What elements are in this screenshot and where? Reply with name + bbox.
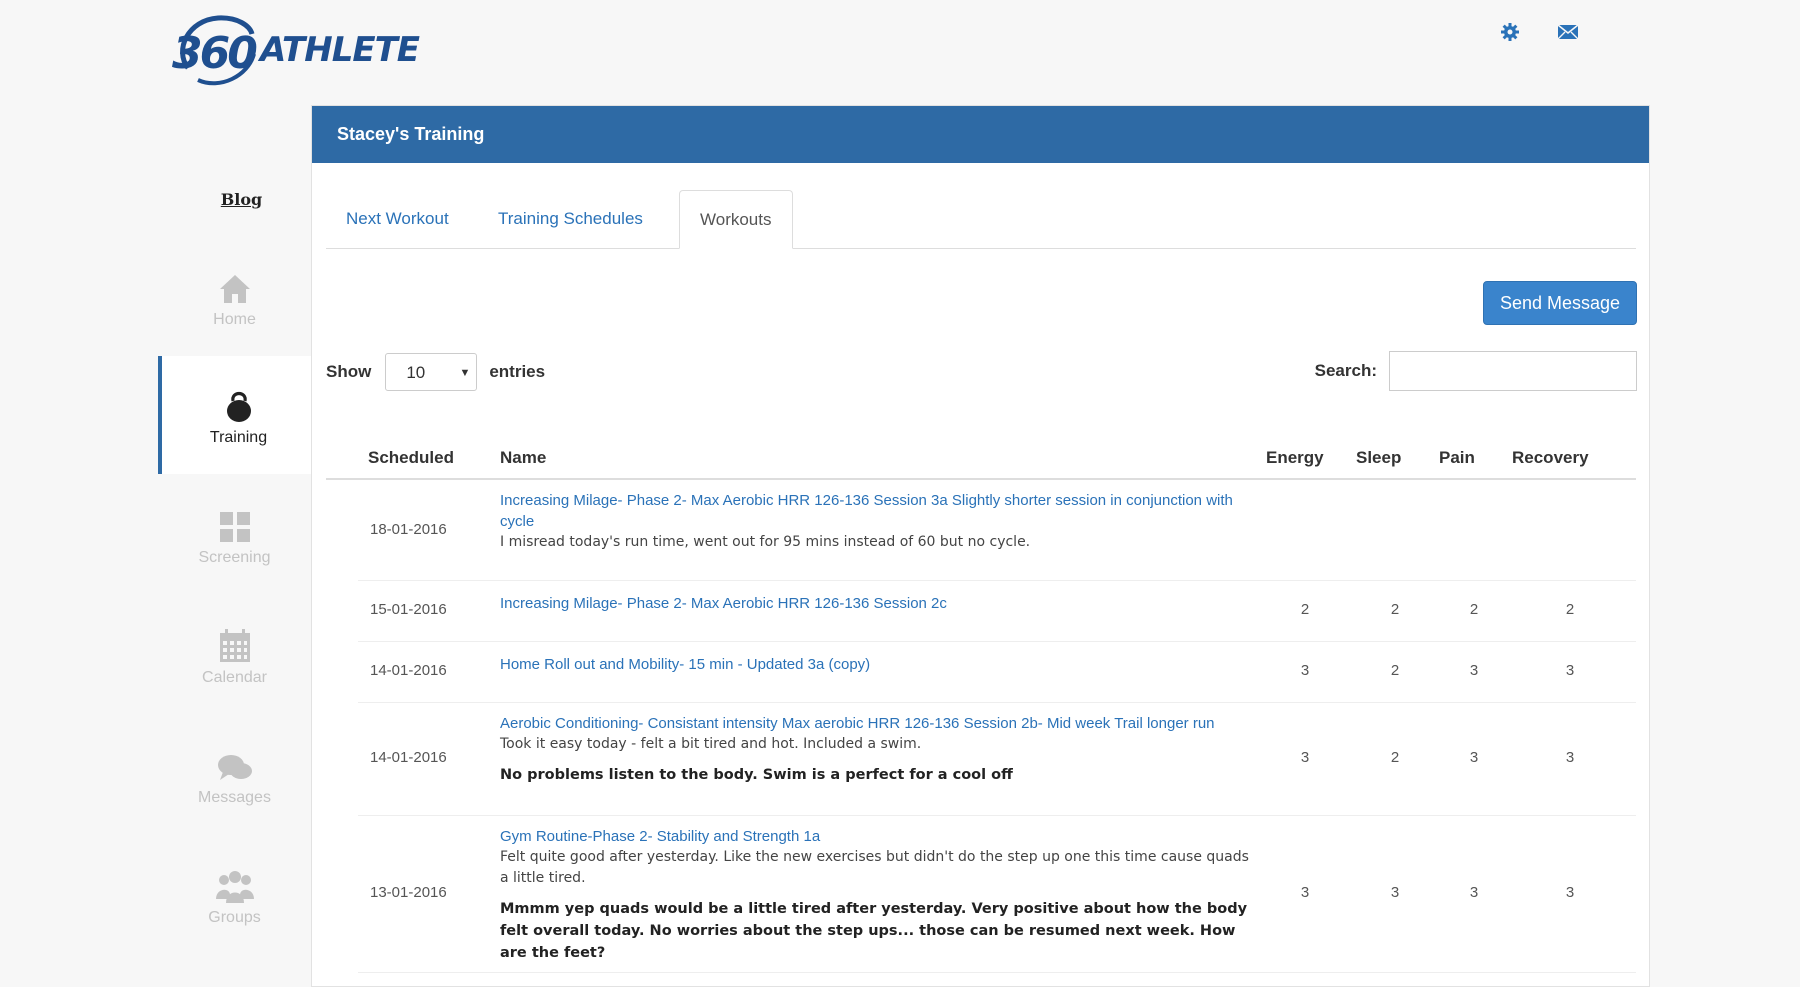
row-energy: 2 [1300, 601, 1310, 618]
row-sleep: 2 [1390, 662, 1400, 679]
sidebar-item-groups[interactable]: Groups [158, 836, 311, 954]
row-recovery: 3 [1565, 884, 1575, 901]
header-pain[interactable]: Pain [1439, 448, 1475, 468]
row-date: 14-01-2016 [370, 662, 447, 679]
tab-training-schedules[interactable]: Training Schedules [478, 190, 663, 248]
home-icon [218, 265, 252, 305]
row-pain: 3 [1469, 884, 1479, 901]
athlete-note: Felt quite good after yesterday. Like th… [500, 849, 1249, 886]
workout-link[interactable]: Home Roll out and Mobility- 15 min - Upd… [500, 654, 1260, 675]
entries-select-value: 10 [406, 363, 426, 382]
entries-control: Show 10 ▼ entries [326, 351, 545, 393]
row-pain: 3 [1469, 662, 1479, 679]
table-row: 18-01-2016 Increasing Milage- Phase 2- M… [358, 480, 1636, 581]
mail-icon[interactable] [1556, 20, 1580, 44]
group-icon [215, 863, 254, 903]
grid-icon [219, 503, 251, 543]
row-pain: 3 [1469, 749, 1479, 766]
workout-link[interactable]: Increasing Milage- Phase 2- Max Aerobic … [500, 490, 1260, 532]
search-input[interactable] [1389, 351, 1637, 391]
send-message-button[interactable]: Send Message [1483, 281, 1637, 325]
show-label: Show [326, 362, 372, 381]
header-recovery[interactable]: Recovery [1512, 448, 1589, 468]
row-date: 14-01-2016 [370, 749, 447, 766]
sidebar-item-screening[interactable]: Screening [158, 476, 311, 594]
row-date: 15-01-2016 [370, 601, 447, 618]
row-sleep: 2 [1390, 749, 1400, 766]
brand-logo[interactable]: 360 ATHLETE [168, 10, 448, 90]
chat-icon [217, 743, 253, 783]
table-header: Scheduled Name Energy Sleep Pain Recover… [326, 436, 1636, 480]
search-label: Search: [1314, 361, 1377, 380]
calendar-icon [219, 623, 251, 663]
workout-link[interactable]: Gym Routine-Phase 2- Stability and Stren… [500, 826, 1260, 847]
logo-mark: 360 [168, 10, 264, 90]
sidebar: Blog Home Training Screening Calendar Me… [158, 160, 315, 926]
search-control: Search: [1315, 351, 1637, 391]
row-name-cell: Home Roll out and Mobility- 15 min - Upd… [500, 654, 1260, 675]
header-energy[interactable]: Energy [1266, 448, 1324, 468]
table-row: 15-01-2016 Increasing Milage- Phase 2- M… [358, 581, 1636, 642]
row-recovery: 3 [1565, 662, 1575, 679]
row-sleep: 2 [1390, 601, 1400, 618]
sidebar-item-label: Training [209, 429, 268, 446]
tab-bar: Next Workout Training Schedules Workouts [326, 190, 1636, 249]
entries-label: entries [489, 362, 546, 381]
row-name-cell: Aerobic Conditioning- Consistant intensi… [500, 713, 1260, 786]
row-energy: 3 [1300, 749, 1310, 766]
sidebar-item-label: Screening [198, 549, 271, 566]
row-recovery: 2 [1565, 601, 1575, 618]
blog-link[interactable]: Blog [172, 190, 311, 209]
row-sleep: 3 [1390, 884, 1400, 901]
row-recovery: 3 [1565, 749, 1575, 766]
logo-word: ATHLETE [260, 30, 420, 70]
row-energy: 3 [1300, 662, 1310, 679]
caret-down-icon: ▼ [459, 367, 471, 379]
header-scheduled[interactable]: Scheduled [368, 448, 454, 468]
sidebar-item-label: Home [213, 311, 256, 328]
athlete-note: I misread today's run time, went out for… [500, 534, 1031, 550]
table-row: 13-01-2016 Gym Routine-Phase 2- Stabilit… [358, 816, 1636, 973]
tab-workouts[interactable]: Workouts [679, 190, 793, 249]
panel-title: Stacey's Training [312, 106, 1649, 163]
row-date: 13-01-2016 [370, 884, 447, 901]
sidebar-item-label: Calendar [202, 669, 267, 686]
sidebar-item-calendar[interactable]: Calendar [158, 596, 311, 714]
table-row: 14-01-2016 Aerobic Conditioning- Consist… [358, 703, 1636, 816]
workout-link[interactable]: Increasing Milage- Phase 2- Max Aerobic … [500, 593, 1260, 614]
entries-select[interactable]: 10 ▼ [385, 353, 478, 391]
header-icons [1498, 20, 1580, 44]
sidebar-item-training[interactable]: Training [158, 356, 315, 474]
coach-reply: Mmmm yep quads would be a little tired a… [500, 901, 1248, 961]
row-pain: 2 [1469, 601, 1479, 618]
logo-number: 360 [172, 28, 258, 79]
sidebar-item-home[interactable]: Home [158, 238, 311, 356]
sidebar-item-messages[interactable]: Messages [158, 716, 311, 834]
coach-reply: No problems listen to the body. Swim is … [500, 767, 1013, 783]
training-panel: Stacey's Training Next Workout Training … [311, 105, 1650, 987]
tab-next-workout[interactable]: Next Workout [326, 190, 469, 248]
gear-icon[interactable] [1498, 20, 1522, 44]
sidebar-item-label: Messages [198, 789, 271, 806]
row-name-cell: Increasing Milage- Phase 2- Max Aerobic … [500, 490, 1260, 553]
kettlebell-icon [225, 383, 253, 423]
sidebar-item-label: Groups [208, 909, 261, 926]
header-sleep[interactable]: Sleep [1356, 448, 1401, 468]
table-row: 14-01-2016 Home Roll out and Mobility- 1… [358, 642, 1636, 703]
row-energy: 3 [1300, 884, 1310, 901]
workout-link[interactable]: Aerobic Conditioning- Consistant intensi… [500, 713, 1260, 734]
row-name-cell: Increasing Milage- Phase 2- Max Aerobic … [500, 593, 1260, 614]
athlete-note: Took it easy today - felt a bit tired an… [500, 736, 922, 752]
row-date: 18-01-2016 [370, 521, 447, 538]
row-name-cell: Gym Routine-Phase 2- Stability and Stren… [500, 826, 1260, 964]
workouts-table: Scheduled Name Energy Sleep Pain Recover… [326, 436, 1636, 973]
header-name[interactable]: Name [500, 448, 546, 468]
